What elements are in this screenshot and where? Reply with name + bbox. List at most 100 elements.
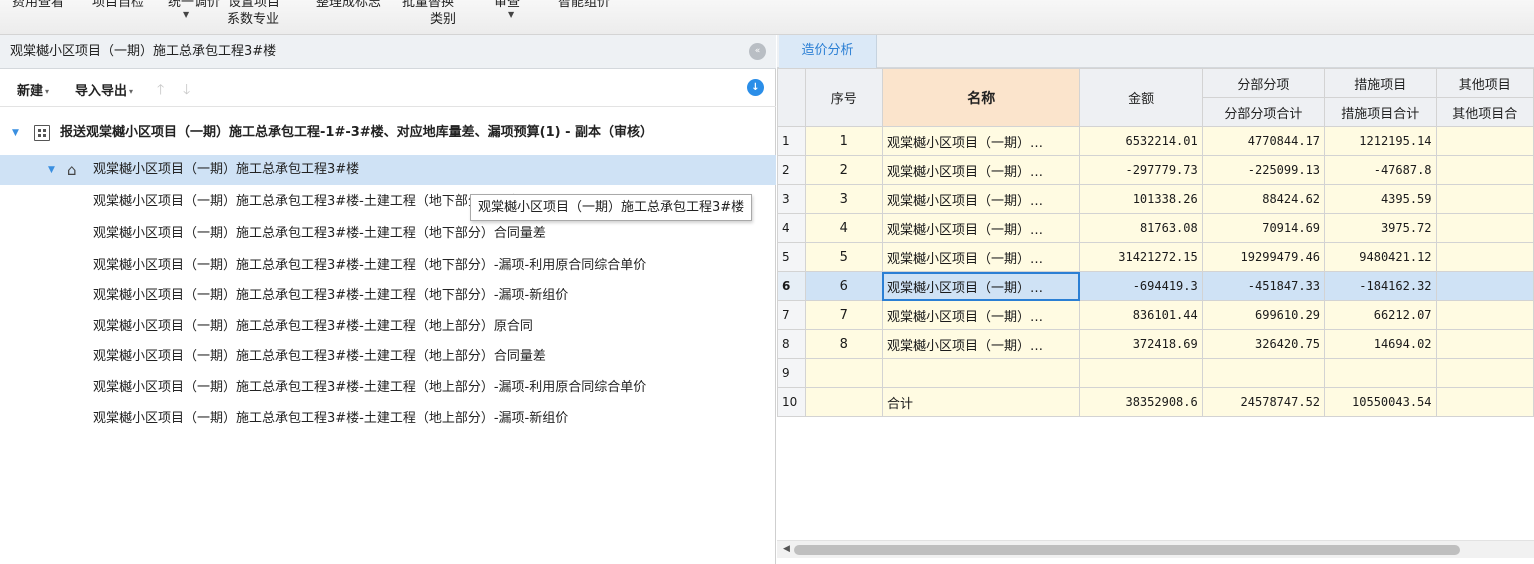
scrollbar-thumb[interactable] — [794, 545, 1460, 555]
cell-name[interactable]: 观棠樾小区项目（一期）… — [881, 300, 1081, 330]
cell-sub-total[interactable] — [1201, 358, 1326, 388]
cell-seq[interactable]: 1 — [804, 126, 883, 156]
scroll-left-icon[interactable]: ◀ — [783, 544, 790, 554]
cell-measure-total[interactable]: 3975.72 — [1324, 213, 1437, 243]
cell-seq[interactable]: 7 — [804, 300, 883, 330]
table-row[interactable]: 1 1 观棠樾小区项目（一期）… 6532214.01 4770844.17 1… — [777, 126, 1534, 156]
tree-item-unit[interactable]: 观棠樾小区项目（一期）施工总承包工程3#楼-土建工程（地上部分）合同量差 — [0, 342, 776, 372]
cell-amount[interactable]: 31421272.15 — [1079, 242, 1203, 272]
ribbon-item-review[interactable]: 审查 — [494, 0, 520, 10]
row-number[interactable]: 5 — [777, 242, 806, 272]
tree-item-unit[interactable]: 观棠樾小区项目（一期）施工总承包工程3#楼-土建工程（地下部分）-漏项-新组价 — [0, 281, 776, 311]
header-other-group[interactable]: 其他项目 — [1435, 68, 1534, 98]
table-row[interactable]: 2 2 观棠樾小区项目（一期）… -297779.73 -225099.13 -… — [777, 155, 1534, 185]
tab-cost-analysis[interactable]: 造价分析 — [779, 35, 877, 68]
cell-amount[interactable]: -297779.73 — [1079, 155, 1203, 185]
table-row[interactable]: 4 4 观棠樾小区项目（一期）… 81763.08 70914.69 3975.… — [777, 213, 1534, 243]
ribbon-item-unified-price[interactable]: 统一调价 — [168, 0, 220, 10]
row-number[interactable]: 9 — [777, 358, 806, 388]
ribbon-item-organize[interactable]: 整理成标志 — [316, 0, 381, 10]
header-measure-total[interactable]: 措施项目合计 — [1324, 97, 1437, 127]
cell-other-total[interactable] — [1435, 126, 1534, 156]
cell-sub-total[interactable]: 88424.62 — [1201, 184, 1326, 214]
header-amount[interactable]: 金额 — [1079, 68, 1203, 127]
cell-amount[interactable] — [1079, 358, 1203, 388]
table-row-selected[interactable]: 6 6 观棠樾小区项目（一期）… -694419.3 -451847.33 -1… — [777, 271, 1534, 301]
tree-item-building-3[interactable]: ▼ ⌂ 观棠樾小区项目（一期）施工总承包工程3#楼 — [0, 155, 776, 185]
tree-item-unit[interactable]: 观棠樾小区项目（一期）施工总承包工程3#楼-土建工程（地上部分）-漏项-新组价 — [0, 404, 776, 434]
header-measure-group[interactable]: 措施项目 — [1324, 68, 1437, 98]
expand-arrow-icon[interactable]: ▼ — [48, 155, 55, 185]
cell-other-total[interactable] — [1435, 155, 1534, 185]
cell-amount[interactable]: 836101.44 — [1079, 300, 1203, 330]
cell-amount[interactable]: 38352908.6 — [1079, 387, 1203, 417]
cell-seq[interactable]: 4 — [804, 213, 883, 243]
table-row[interactable]: 8 8 观棠樾小区项目（一期）… 372418.69 326420.75 146… — [777, 329, 1534, 359]
cell-measure-total[interactable]: 10550043.54 — [1324, 387, 1437, 417]
tree-item-root[interactable]: ▼ 报送观棠樾小区项目（一期）施工总承包工程-1#-3#楼、对应地库量差、漏项预… — [0, 118, 776, 148]
cell-seq[interactable]: 5 — [804, 242, 883, 272]
move-up-icon[interactable]: 🡑 — [157, 79, 164, 103]
cell-name[interactable]: 合计 — [881, 387, 1081, 417]
row-number[interactable]: 4 — [777, 213, 806, 243]
chevron-down-icon[interactable]: ▼ — [183, 10, 189, 19]
cell-name-focused[interactable]: 观棠樾小区项目（一期）… — [881, 271, 1081, 301]
cell-amount[interactable]: 101338.26 — [1079, 184, 1203, 214]
table-row[interactable]: 7 7 观棠樾小区项目（一期）… 836101.44 699610.29 662… — [777, 300, 1534, 330]
cell-name[interactable]: 观棠樾小区项目（一期）… — [881, 126, 1081, 156]
cell-measure-total[interactable]: 9480421.12 — [1324, 242, 1437, 272]
chevron-down-icon[interactable]: ▼ — [508, 10, 514, 19]
row-number[interactable]: 6 — [777, 271, 806, 301]
cell-sub-total[interactable]: -451847.33 — [1201, 271, 1326, 301]
cell-seq[interactable]: 2 — [804, 155, 883, 185]
cell-measure-total[interactable]: -184162.32 — [1324, 271, 1437, 301]
table-row[interactable]: 5 5 观棠樾小区项目（一期）… 31421272.15 19299479.46… — [777, 242, 1534, 272]
cell-amount[interactable]: -694419.3 — [1079, 271, 1203, 301]
table-row[interactable]: 3 3 观棠樾小区项目（一期）… 101338.26 88424.62 4395… — [777, 184, 1534, 214]
row-number[interactable]: 2 — [777, 155, 806, 185]
cell-name[interactable] — [881, 358, 1081, 388]
tree-item-unit[interactable]: 观棠樾小区项目（一期）施工总承包工程3#楼-土建工程（地上部分）-漏项-利用原合… — [0, 373, 776, 403]
import-export-button[interactable]: 导入导出 ▾ — [75, 80, 133, 99]
cell-measure-total[interactable]: 14694.02 — [1324, 329, 1437, 359]
header-sub-group[interactable]: 分部分项 — [1201, 68, 1326, 98]
cell-sub-total[interactable]: 699610.29 — [1201, 300, 1326, 330]
header-other-total[interactable]: 其他项目合 — [1435, 97, 1534, 127]
tree-item-unit[interactable]: 观棠樾小区项目（一期）施工总承包工程3#楼-土建工程（地上部分）原合同 — [0, 312, 776, 342]
cell-measure-total[interactable]: 4395.59 — [1324, 184, 1437, 214]
cell-name[interactable]: 观棠樾小区项目（一期）… — [881, 184, 1081, 214]
cell-other-total[interactable] — [1435, 300, 1534, 330]
ribbon-item-fee-view[interactable]: 费用查看 — [12, 0, 64, 10]
cell-measure-total[interactable]: 66212.07 — [1324, 300, 1437, 330]
cell-other-total[interactable] — [1435, 329, 1534, 359]
cell-sub-total[interactable]: 4770844.17 — [1201, 126, 1326, 156]
row-number[interactable]: 3 — [777, 184, 806, 214]
cell-seq[interactable] — [804, 387, 883, 417]
row-number[interactable]: 1 — [777, 126, 806, 156]
header-sub-total[interactable]: 分部分项合计 — [1201, 97, 1326, 127]
cell-other-total[interactable] — [1435, 271, 1534, 301]
cell-sub-total[interactable]: -225099.13 — [1201, 155, 1326, 185]
cell-measure-total[interactable]: 1212195.14 — [1324, 126, 1437, 156]
cell-amount[interactable]: 372418.69 — [1079, 329, 1203, 359]
cell-other-total[interactable] — [1435, 184, 1534, 214]
row-number[interactable]: 8 — [777, 329, 806, 359]
cell-other-total[interactable] — [1435, 242, 1534, 272]
cell-name[interactable]: 观棠樾小区项目（一期）… — [881, 242, 1081, 272]
cell-other-total[interactable] — [1435, 387, 1534, 417]
cell-measure-total[interactable]: -47687.8 — [1324, 155, 1437, 185]
cell-measure-total[interactable] — [1324, 358, 1437, 388]
ribbon-item-smart-pricing[interactable]: 智能组价 — [558, 0, 610, 10]
cell-seq[interactable]: 3 — [804, 184, 883, 214]
cell-other-total[interactable] — [1435, 213, 1534, 243]
cell-sub-total[interactable]: 326420.75 — [1201, 329, 1326, 359]
cell-sub-total[interactable]: 24578747.52 — [1201, 387, 1326, 417]
cell-name[interactable]: 观棠樾小区项目（一期）… — [881, 329, 1081, 359]
expand-arrow-icon[interactable]: ▼ — [12, 118, 19, 148]
new-button[interactable]: 新建 ▾ — [17, 80, 49, 99]
cell-other-total[interactable] — [1435, 358, 1534, 388]
cell-sub-total[interactable]: 70914.69 — [1201, 213, 1326, 243]
cell-seq[interactable] — [804, 358, 883, 388]
tree-item-unit[interactable]: 观棠樾小区项目（一期）施工总承包工程3#楼-土建工程（地下部分）-漏项-利用原合… — [0, 251, 776, 281]
cell-seq[interactable]: 8 — [804, 329, 883, 359]
